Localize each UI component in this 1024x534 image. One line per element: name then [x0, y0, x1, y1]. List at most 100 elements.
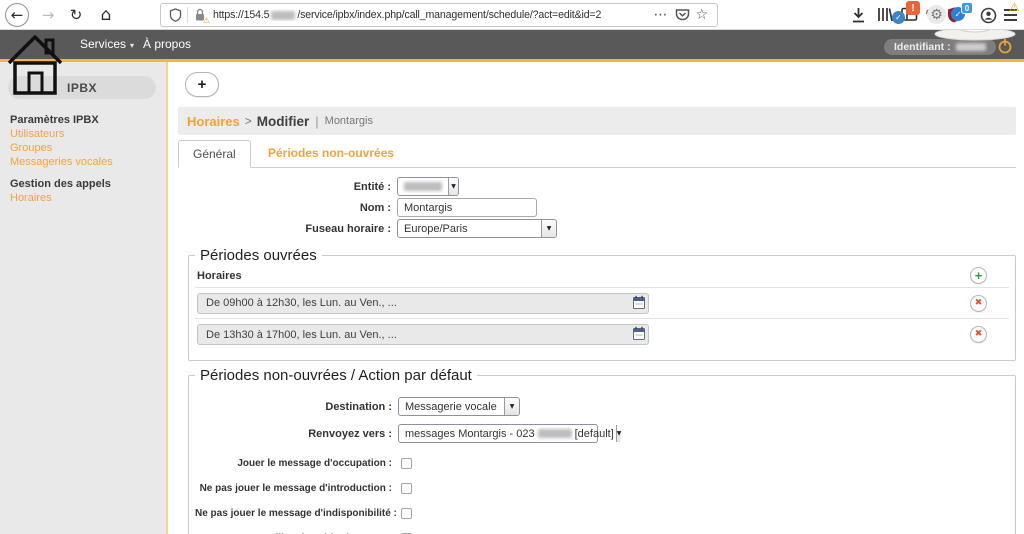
tab-general[interactable]: Général: [178, 140, 251, 168]
library-icon[interactable]: [877, 7, 893, 22]
identifiant-value-redacted: [956, 43, 986, 51]
sidebar-section-gestion: Gestion des appels: [10, 177, 113, 191]
select-arrow-icon: ▼: [504, 398, 519, 415]
overlay-check-badge: ✓: [892, 11, 905, 24]
back-icon[interactable]: ←: [5, 3, 29, 27]
destination-row: Destination : Messagerie vocale ▼: [195, 397, 1009, 416]
home-icon[interactable]: ⌂: [94, 3, 118, 27]
forward-value-redacted: [538, 429, 572, 438]
identifiant-badge: Identifiant :: [884, 39, 996, 55]
sidebar-item-utilisateurs[interactable]: Utilisateurs: [10, 127, 113, 141]
busy-message-checkbox[interactable]: [401, 458, 412, 469]
busy-message-label: Jouer le message d'occupation :: [195, 458, 398, 469]
insecure-lock-icon[interactable]: ⚠: [194, 8, 207, 23]
default-action-fieldset: Périodes non-ouvrées / Action par défaut…: [188, 367, 1016, 534]
browser-toolbar: ← → ↻ ⌂ ⚠ https://154.5 /service/ipbx/in…: [0, 0, 1024, 30]
url-prefix: https://154.5: [213, 9, 269, 21]
sidebar-item-messageries[interactable]: Messageries vocales: [10, 155, 113, 169]
add-schedule-button[interactable]: +: [185, 72, 219, 97]
select-arrow-icon: ▼: [616, 425, 622, 442]
forward-label: Renvoyez vers :: [195, 428, 398, 440]
no-unavailable-message-label: Ne pas jouer le message d'indisponibilit…: [195, 508, 398, 519]
menu-warning-icon: ⚠: [1009, 0, 1020, 14]
schedule-period-input[interactable]: De 13h30 à 17h00, les Lun. au Ven., ...: [197, 324, 649, 345]
forward-select[interactable]: messages Montargis - 023 [default] ▼: [398, 424, 598, 443]
reload-icon[interactable]: ↻: [64, 3, 88, 27]
timezone-row: Fuseau horaire : Europe/Paris ▼: [170, 219, 557, 238]
no-unavailable-message-checkbox[interactable]: [401, 508, 412, 519]
entity-value-redacted: [404, 182, 442, 191]
no-unavailable-message-row: Ne pas jouer le message d'indisponibilit…: [195, 507, 1009, 519]
calendar-icon[interactable]: [633, 326, 645, 340]
sidebar-nav: Paramètres IPBX Utilisateurs Groupes Mes…: [10, 113, 113, 205]
overlay-alert-badge: !: [906, 1, 920, 15]
delete-period-button[interactable]: ✖: [970, 295, 987, 312]
home-logo-icon[interactable]: [6, 33, 66, 97]
breadcrumb-action: Modifier: [257, 114, 310, 129]
destination-label: Destination :: [195, 401, 398, 413]
entity-row: Entité : ▼: [170, 177, 459, 196]
open-periods-legend: Périodes ouvrées: [195, 247, 322, 264]
menu-services[interactable]: Services▾: [80, 37, 134, 51]
pocket-icon[interactable]: [675, 8, 690, 22]
no-intro-message-label: Ne pas jouer le message d'introduction :: [195, 483, 398, 494]
lock-warning-icon: ⚠: [203, 16, 210, 25]
name-input[interactable]: [397, 198, 537, 217]
main-content: + Horaires > Modifier | Montargis Généra…: [170, 62, 1024, 534]
select-arrow-icon: ▼: [541, 220, 556, 237]
schedule-period-text: De 13h30 à 17h00, les Lun. au Ven., ...: [206, 329, 397, 341]
name-label: Nom :: [170, 202, 397, 214]
schedule-row: De 13h30 à 17h00, les Lun. au Ven., ... …: [195, 319, 1009, 350]
breadcrumb-item-name: Montargis: [325, 115, 373, 127]
schedule-header-row: Horaires +: [195, 264, 1009, 288]
urlbar-divider: [187, 7, 188, 23]
forward-row: Renvoyez vers : messages Montargis - 023…: [195, 424, 1009, 443]
schedule-row: De 09h00 à 12h30, les Lun. au Ven., ... …: [195, 288, 1009, 319]
forward-icon[interactable]: →: [36, 3, 60, 27]
busy-message-row: Jouer le message d'occupation :: [195, 457, 1009, 469]
forward-value-suffix: [default]: [575, 428, 614, 440]
gear-icon: ⚙: [927, 5, 946, 24]
default-action-legend: Périodes non-ouvrées / Action par défaut: [195, 367, 477, 384]
plus-icon: +: [975, 269, 983, 282]
destination-select[interactable]: Messagerie vocale ▼: [398, 397, 520, 416]
url-bar[interactable]: ⚠ https://154.5 /service/ipbx/index.php/…: [160, 3, 718, 27]
sidebar: IPBX Paramètres IPBX Utilisateurs Groupe…: [0, 62, 168, 534]
menu-about[interactable]: À propos: [143, 37, 191, 51]
sidebar-item-groupes[interactable]: Groupes: [10, 141, 113, 155]
tracking-shield-icon[interactable]: [169, 8, 182, 22]
tab-bar: Général Périodes non-ouvrées: [178, 140, 1016, 168]
breadcrumb: Horaires > Modifier | Montargis: [178, 107, 1016, 135]
timezone-value: Europe/Paris: [398, 223, 474, 235]
delete-period-button[interactable]: ✖: [970, 326, 987, 343]
timezone-select[interactable]: Europe/Paris ▼: [397, 219, 557, 238]
schedule-period-input[interactable]: De 09h00 à 12h30, les Lun. au Ven., ...: [197, 293, 649, 314]
tab-periodes-non-ouvrees[interactable]: Périodes non-ouvrées: [258, 139, 404, 167]
page-actions-icon[interactable]: ⋯: [653, 7, 668, 23]
name-row: Nom :: [170, 198, 537, 217]
add-period-button[interactable]: +: [970, 267, 987, 284]
timezone-label: Fuseau horaire :: [170, 223, 397, 235]
account-icon[interactable]: [980, 7, 997, 24]
open-periods-fieldset: Périodes ouvrées Horaires + De 09h00 à 1…: [188, 247, 1016, 361]
url-text[interactable]: https://154.5 /service/ipbx/index.php/ca…: [213, 9, 646, 21]
bookmark-star-icon[interactable]: ☆: [695, 7, 708, 23]
breadcrumb-divider: |: [315, 114, 318, 129]
no-intro-message-row: Ne pas jouer le message d'introduction :: [195, 482, 1009, 494]
no-intro-message-checkbox[interactable]: [401, 483, 412, 494]
schedule-column-header: Horaires: [197, 270, 242, 282]
schedule-period-text: De 09h00 à 12h30, les Lun. au Ven., ...: [206, 297, 397, 309]
destination-value: Messagerie vocale: [399, 401, 503, 413]
downloads-icon[interactable]: [851, 7, 866, 24]
select-arrow-icon: ▼: [448, 178, 458, 195]
calendar-icon[interactable]: [633, 295, 645, 309]
delete-x-icon: ✖: [975, 330, 983, 339]
entity-select[interactable]: ▼: [397, 177, 459, 196]
screen: ← → ↻ ⌂ ⚠ https://154.5 /service/ipbx/in…: [0, 0, 1024, 534]
overlay-counter-badge: 0: [961, 2, 973, 14]
delete-x-icon: ✖: [975, 299, 983, 308]
forward-value-prefix: messages Montargis - 023: [405, 428, 535, 440]
breadcrumb-separator: >: [245, 114, 252, 128]
sidebar-item-horaires[interactable]: Horaires: [10, 191, 113, 205]
breadcrumb-horaires-link[interactable]: Horaires: [187, 114, 240, 129]
